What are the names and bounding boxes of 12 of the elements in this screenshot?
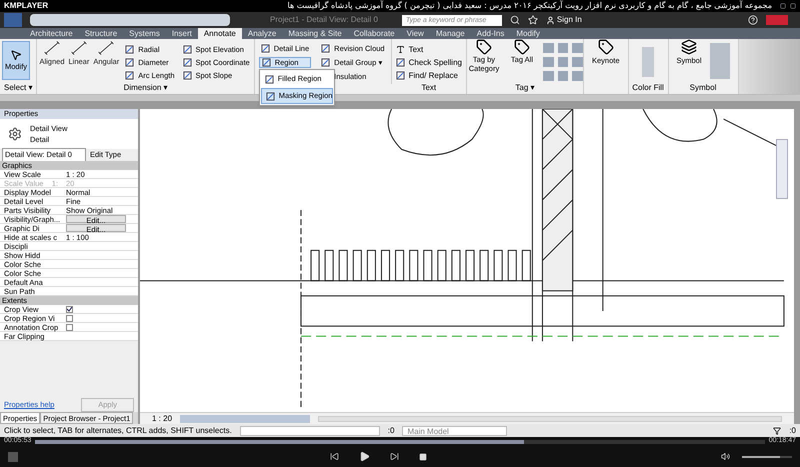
video-title: مجموعه آموزشی جامع ، گام به گام و کاربردی نرم افزار رویت آرکیتکچر ۲۰۱۶ مدرس : سعید فدایی ( تیچرمن ) گروه آموزشی پادشاه گرافیست ها [288, 0, 772, 12]
panel-label: Tag ▾ [514, 82, 536, 94]
panel-label: Symbol [688, 82, 718, 94]
panel-label: Text [420, 82, 438, 94]
status-message: Click to select, TAB for alternates, CTRL adds, SHIFT unselects. [4, 424, 232, 436]
panel-label: Color Fill [631, 82, 665, 94]
selection-count: :0 [388, 424, 394, 436]
filter-count: :0 [789, 424, 796, 436]
player-brand: KMPLAYER [4, 0, 48, 12]
panel-label: Dimension ▾ [122, 82, 169, 94]
app-title: Project1 - Detail View: Detail 0 [270, 14, 378, 26]
panel-label: Select ▾ [3, 82, 34, 94]
